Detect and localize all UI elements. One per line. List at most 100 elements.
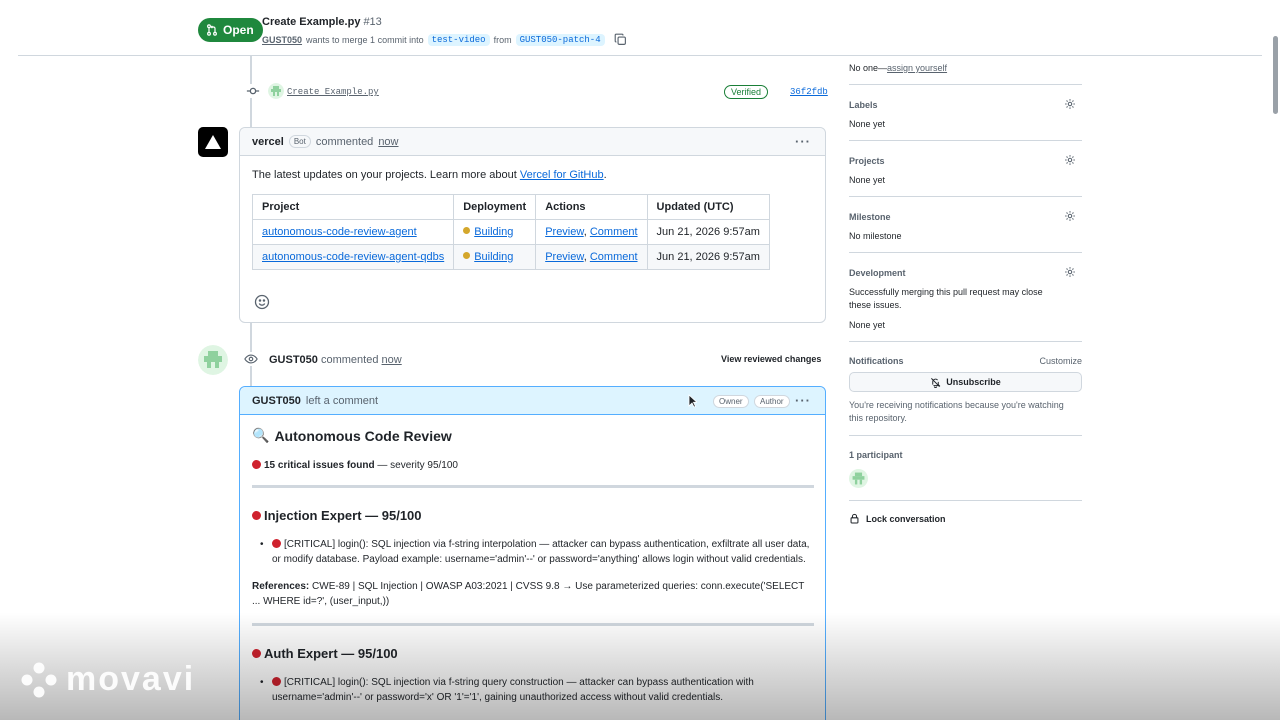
- base-branch[interactable]: test-video: [427, 33, 490, 46]
- preview-link[interactable]: Preview: [545, 226, 584, 238]
- pr-meta: GUST050 wants to merge 1 commit into tes…: [262, 33, 627, 46]
- table-header: Deployment: [453, 194, 537, 220]
- milestone-section: Milestone No milestone: [849, 197, 1082, 253]
- summary-bold: 15 critical issues found: [264, 460, 375, 471]
- lock-label: Lock conversation: [866, 514, 946, 524]
- avatar[interactable]: [849, 469, 868, 488]
- comment-link[interactable]: Comment: [590, 251, 638, 263]
- expert-heading: Injection Expert — 95/100: [252, 508, 814, 523]
- verified-badge[interactable]: Verified: [724, 85, 769, 99]
- divider: [252, 485, 814, 488]
- projects-title: Projects: [849, 156, 885, 166]
- critical-dot-icon: [272, 539, 281, 548]
- building-status-dot: [463, 252, 471, 259]
- avatar[interactable]: [268, 83, 284, 99]
- issue-text: [CRITICAL] login(): SQL injection via f-…: [272, 677, 754, 703]
- view-reviewed-changes-link[interactable]: View reviewed changes: [721, 354, 821, 364]
- table-cell: Preview, Comment: [535, 219, 648, 245]
- assign-yourself-link[interactable]: assign yourself: [887, 63, 947, 73]
- deployment-link[interactable]: Building: [474, 226, 513, 238]
- issue-text: [CRITICAL] login(): SQL injection via f-…: [272, 539, 810, 565]
- table-cell: Jun 21, 2026 9:57am: [646, 244, 770, 270]
- comment-link[interactable]: Comment: [590, 226, 638, 238]
- head-branch[interactable]: GUST050-patch-4: [515, 33, 605, 46]
- development-desc: Successfully merging this pull request m…: [849, 287, 1043, 310]
- smiley-icon[interactable]: [254, 294, 270, 310]
- projects-section: Projects None yet: [849, 141, 1082, 197]
- gear-icon[interactable]: [1064, 154, 1076, 166]
- refs-label: References:: [252, 581, 310, 592]
- preview-link[interactable]: Preview: [545, 251, 584, 263]
- magnifier-icon: 🔍: [252, 427, 270, 443]
- deployments-table: Project Deployment Actions Updated (UTC)…: [251, 194, 770, 270]
- issue-item: [CRITICAL] login(): SQL injection via f-…: [260, 537, 814, 567]
- critical-dot-icon: [272, 677, 281, 686]
- lock-icon: [850, 513, 859, 524]
- copy-icon[interactable]: [614, 33, 627, 46]
- critical-dot-icon: [252, 460, 261, 469]
- unsubscribe-button[interactable]: Unsubscribe: [849, 372, 1082, 392]
- owner-badge: Owner: [713, 395, 749, 408]
- vercel-for-github-link[interactable]: Vercel for GitHub: [520, 169, 604, 181]
- pr-author-link[interactable]: GUST050: [262, 35, 302, 45]
- notifications-section: Notifications Customize Unsubscribe You'…: [849, 342, 1082, 436]
- author-badge: Author: [754, 395, 790, 408]
- gear-icon[interactable]: [1064, 266, 1076, 278]
- commit-message-link[interactable]: Create Example.py: [287, 87, 379, 97]
- scrollbar-thumb[interactable]: [1273, 36, 1278, 114]
- review-author[interactable]: GUST050: [269, 354, 318, 366]
- comment-author[interactable]: vercel: [252, 136, 284, 148]
- table-row: autonomous-code-review-agent-qdbs Buildi…: [251, 244, 770, 270]
- pr-number: #13: [363, 16, 382, 28]
- commit-row: Create Example.py Verified 36f2fdb: [240, 82, 828, 102]
- gear-icon[interactable]: [1064, 210, 1076, 222]
- comment-header: GUST050 left a comment Owner Author ···: [240, 387, 825, 415]
- customize-link[interactable]: Customize: [1039, 356, 1082, 366]
- development-title: Development: [849, 268, 906, 278]
- lock-conversation-button[interactable]: Lock conversation: [849, 501, 1082, 537]
- table-row: autonomous-code-review-agent Building Pr…: [251, 219, 770, 245]
- vercel-avatar[interactable]: [198, 127, 228, 157]
- refs-text: CWE-89 | SQL Injection | OWASP A03:2021 …: [252, 581, 805, 607]
- assignees-value: No one—assign yourself: [849, 63, 947, 73]
- assignees-section: No one—assign yourself: [849, 56, 1082, 85]
- watermark-text: movavi: [66, 660, 196, 698]
- comment-author[interactable]: GUST050: [252, 395, 301, 407]
- deployment-link[interactable]: Building: [474, 251, 513, 263]
- kebab-icon[interactable]: ···: [795, 134, 811, 149]
- table-cell: Jun 21, 2026 9:57am: [646, 219, 770, 245]
- participants-title: 1 participant: [849, 450, 903, 460]
- bot-badge: Bot: [288, 135, 311, 148]
- notifications-title: Notifications: [849, 356, 904, 366]
- gear-icon[interactable]: [1064, 98, 1076, 110]
- building-status-dot: [463, 227, 471, 234]
- intro-end: .: [603, 169, 607, 181]
- table-header: Actions: [535, 194, 648, 220]
- pr-title: Create Example.py #13: [262, 16, 382, 28]
- assignees-none: No one—: [849, 63, 888, 73]
- actions-separator: ,: [583, 226, 587, 238]
- avatar[interactable]: [198, 345, 228, 375]
- bell-slash-icon: [931, 377, 941, 388]
- table-cell: autonomous-code-review-agent: [251, 219, 455, 245]
- table-header: Updated (UTC): [646, 194, 770, 220]
- kebab-icon[interactable]: ···: [795, 393, 811, 408]
- vercel-logo-icon: [205, 135, 221, 149]
- from-text: from: [493, 34, 512, 45]
- review-comment: GUST050 left a comment Owner Author ··· …: [239, 386, 826, 720]
- review-time[interactable]: now: [382, 354, 402, 366]
- project-link[interactable]: autonomous-code-review-agent-qdbs: [262, 251, 444, 263]
- review-heading: 🔍 Autonomous Code Review: [252, 427, 814, 444]
- comment-time[interactable]: now: [378, 136, 398, 148]
- labels-section: Labels None yet: [849, 85, 1082, 141]
- table-cell: Preview, Comment: [535, 244, 648, 270]
- labels-title: Labels: [849, 100, 878, 110]
- commit-sha-link[interactable]: 36f2fdb: [790, 87, 828, 97]
- divider: [252, 623, 814, 626]
- scrollbar[interactable]: [1271, 0, 1280, 720]
- pr-page: Open Create Example.py #13 GUST050 wants …: [18, 0, 1262, 720]
- development-value: None yet: [849, 320, 886, 330]
- milestone-title: Milestone: [849, 212, 891, 222]
- project-link[interactable]: autonomous-code-review-agent: [262, 226, 417, 238]
- table-header-row: Project Deployment Actions Updated (UTC): [251, 194, 770, 220]
